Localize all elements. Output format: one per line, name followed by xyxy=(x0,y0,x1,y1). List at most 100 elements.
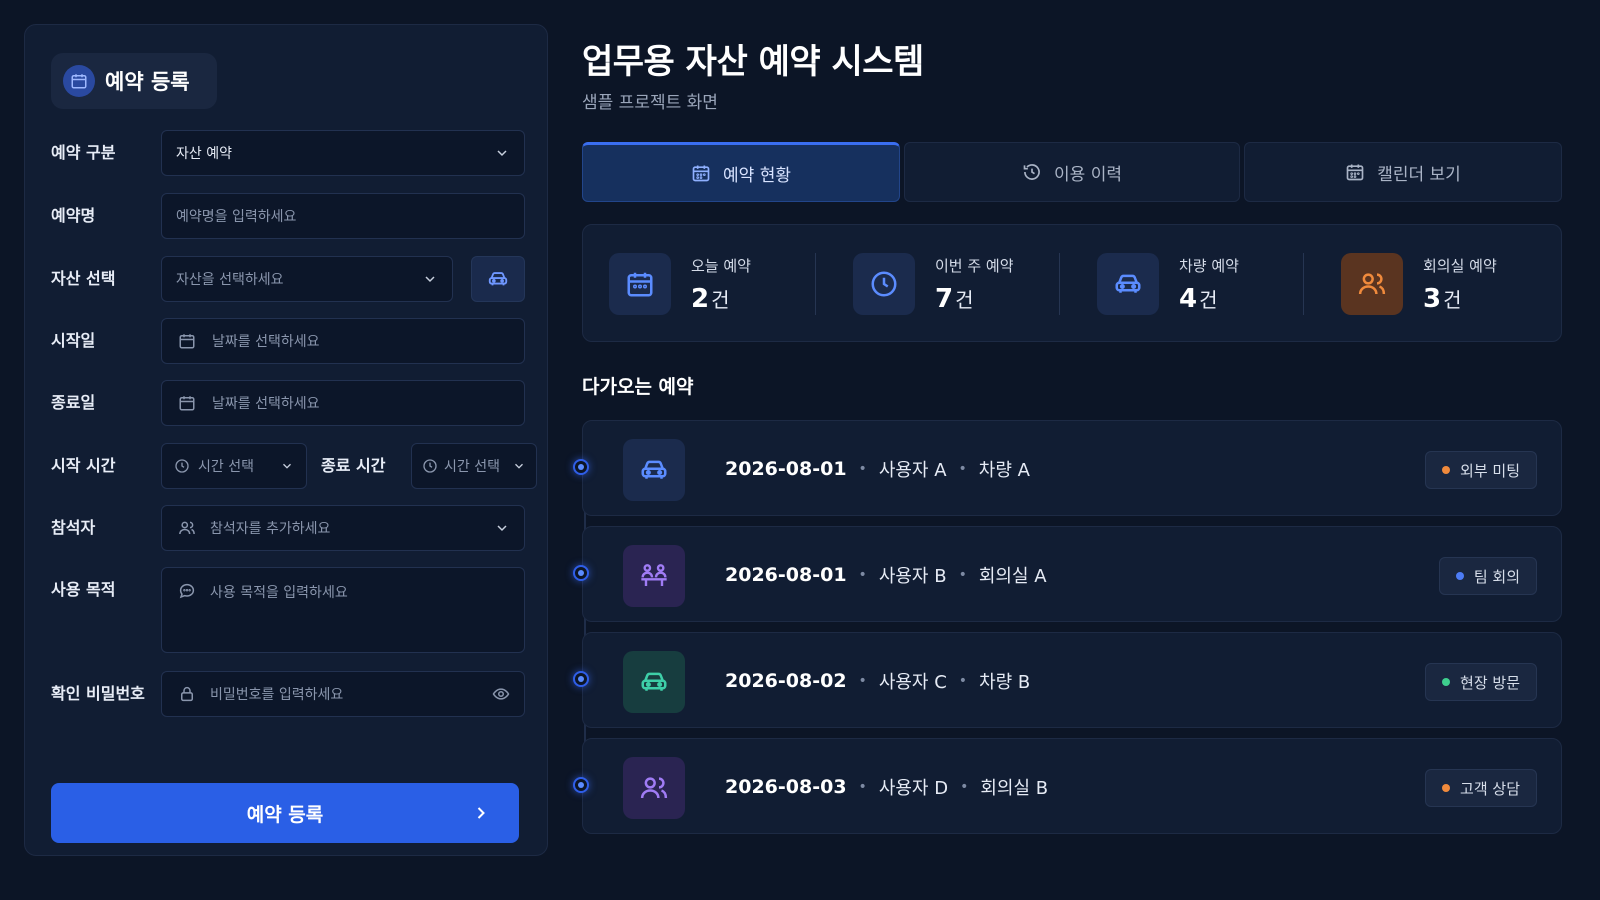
asset-label: 자산 선택 xyxy=(51,269,116,288)
row-password: 확인 비밀번호 비밀번호를 입력하세요 xyxy=(51,671,525,717)
chevron-down-icon xyxy=(494,145,510,161)
purpose-badge: 고객 상담 xyxy=(1425,769,1537,807)
reservation-asset: 회의실 A xyxy=(978,566,1047,587)
calendar-icon xyxy=(609,253,671,315)
badge-label: 팀 회의 xyxy=(1473,567,1520,586)
chevron-down-icon xyxy=(494,520,510,536)
stat-value: 7 xyxy=(935,283,954,314)
separator: • xyxy=(960,779,969,795)
tab-bar: 예약 현황 이용 이력 캘린더 보기 xyxy=(582,142,1562,202)
row-purpose: 사용 목적 사용 목적을 입력하세요 xyxy=(51,567,525,653)
row-time: 시작 시간 시간 선택 종료 시간 시간 선택 xyxy=(51,443,537,489)
start-time-label: 시작 시간 xyxy=(51,456,116,475)
clock-icon xyxy=(422,458,438,474)
reservation-date: 2026-08-03 xyxy=(725,776,847,798)
lock-icon xyxy=(178,685,196,703)
purpose-badge: 팀 회의 xyxy=(1438,557,1537,595)
tab-calendar-view[interactable]: 캘린더 보기 xyxy=(1244,142,1562,202)
row-name: 예약명 예약명을 입력하세요 xyxy=(51,193,525,239)
attendees-placeholder: 참석자를 추가하세요 xyxy=(210,521,331,537)
purpose-textarea[interactable]: 사용 목적을 입력하세요 xyxy=(161,567,525,653)
clock-icon xyxy=(174,458,190,474)
users-icon xyxy=(1341,253,1403,315)
separator: • xyxy=(858,461,867,477)
row-attendees: 참석자 참석자를 추가하세요 xyxy=(51,505,525,551)
reservation-date: 2026-08-01 xyxy=(725,564,847,586)
asset-type-button[interactable] xyxy=(471,256,525,302)
list-item[interactable]: 2026-08-01 • 사용자 A • 차량 A 외부 미팅 xyxy=(573,420,1562,516)
tab-reservation-status[interactable]: 예약 현황 xyxy=(582,142,900,202)
divider xyxy=(1303,253,1304,315)
chevron-down-icon xyxy=(512,459,526,473)
start-time-select[interactable]: 시간 선택 xyxy=(161,443,307,489)
stat-unit: 건 xyxy=(955,287,974,312)
meeting-icon xyxy=(623,545,685,607)
password-label: 확인 비밀번호 xyxy=(51,684,145,703)
timeline-dot xyxy=(573,777,589,793)
tab-usage-history[interactable]: 이용 이력 xyxy=(904,142,1240,202)
end-time-label: 종료 시간 xyxy=(321,456,386,475)
start-time-placeholder: 시간 선택 xyxy=(198,459,254,475)
badge-label: 외부 미팅 xyxy=(1460,461,1520,480)
chevron-down-icon xyxy=(422,271,438,287)
end-time-placeholder: 시간 선택 xyxy=(444,459,500,475)
badge-label: 현장 방문 xyxy=(1460,673,1520,692)
form-header: 예약 등록 xyxy=(51,53,217,109)
list-item[interactable]: 2026-08-03 • 사용자 D • 회의실 B 고객 상담 xyxy=(573,738,1562,834)
timeline-dot xyxy=(573,565,589,581)
submit-reservation-button[interactable]: 예약 등록 xyxy=(51,783,519,843)
form-title: 예약 등록 xyxy=(105,70,190,94)
purpose-label: 사용 목적 xyxy=(51,580,116,599)
reservation-form-panel: 예약 등록 예약 구분 자산 예약 예약명 예약명을 입력하세요 자산 선택 자… xyxy=(24,24,548,856)
separator: • xyxy=(958,567,967,583)
end-time-select[interactable]: 시간 선택 xyxy=(411,443,537,489)
reservation-user: 사용자 C xyxy=(878,672,947,693)
list-item[interactable]: 2026-08-01 • 사용자 B • 회의실 A 팀 회의 xyxy=(573,526,1562,622)
start-date-label: 시작일 xyxy=(51,331,96,350)
end-date-input[interactable]: 날짜를 선택하세요 xyxy=(161,380,525,426)
stat-value: 4 xyxy=(1179,283,1198,314)
submit-label: 예약 등록 xyxy=(246,803,324,826)
reservation-asset: 차량 B xyxy=(979,672,1031,693)
tab-label: 예약 현황 xyxy=(723,165,791,186)
list-item[interactable]: 2026-08-02 • 사용자 C • 차량 B 현장 방문 xyxy=(573,632,1562,728)
reservation-date: 2026-08-02 xyxy=(725,670,847,692)
asset-select[interactable]: 자산을 선택하세요 xyxy=(161,256,453,302)
attendees-label: 참석자 xyxy=(51,518,96,537)
name-input-placeholder: 예약명을 입력하세요 xyxy=(176,209,297,225)
tab-label: 이용 이력 xyxy=(1054,164,1122,185)
eye-icon[interactable] xyxy=(492,685,510,703)
reservation-user: 사용자 D xyxy=(878,778,949,799)
divider xyxy=(1059,253,1060,315)
end-date-label: 종료일 xyxy=(51,393,96,412)
users-icon xyxy=(178,519,196,537)
stat-today: 오늘 예약 2건 xyxy=(583,225,827,343)
car-icon xyxy=(487,268,509,290)
stat-label: 오늘 예약 xyxy=(691,256,751,275)
badge-dot xyxy=(1442,466,1451,474)
stat-label: 차량 예약 xyxy=(1179,256,1239,275)
row-asset: 자산 선택 자산을 선택하세요 xyxy=(51,256,525,302)
page-title: 업무용 자산 예약 시스템 xyxy=(582,42,924,82)
type-select[interactable]: 자산 예약 xyxy=(161,130,525,176)
stat-this-week: 이번 주 예약 7건 xyxy=(827,225,1071,343)
badge-dot xyxy=(1442,678,1451,686)
start-date-input[interactable]: 날짜를 선택하세요 xyxy=(161,318,525,364)
timeline-dot xyxy=(573,671,589,687)
password-placeholder: 비밀번호를 입력하세요 xyxy=(210,687,344,703)
name-input[interactable]: 예약명을 입력하세요 xyxy=(161,193,525,239)
password-input[interactable]: 비밀번호를 입력하세요 xyxy=(161,671,525,717)
stats-card: 오늘 예약 2건 이번 주 예약 7건 차량 예약 4건 회의실 예약 3건 xyxy=(582,224,1562,342)
calendar-icon xyxy=(178,394,196,412)
purpose-placeholder: 사용 목적을 입력하세요 xyxy=(210,585,348,601)
chat-icon xyxy=(178,582,196,600)
stat-value: 2 xyxy=(691,283,710,314)
divider xyxy=(815,253,816,315)
type-label: 예약 구분 xyxy=(51,143,116,162)
car-icon xyxy=(623,439,685,501)
separator: • xyxy=(858,673,867,689)
stat-unit: 건 xyxy=(1199,287,1218,312)
separator: • xyxy=(958,461,967,477)
attendees-select[interactable]: 참석자를 추가하세요 xyxy=(161,505,525,551)
car-icon xyxy=(623,651,685,713)
